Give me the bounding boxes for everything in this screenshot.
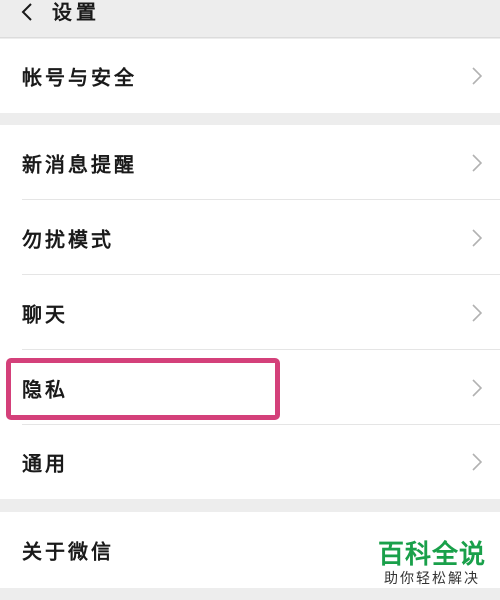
chevron-right-icon xyxy=(472,378,482,397)
settings-item-chat[interactable]: 聊天 xyxy=(0,275,500,350)
settings-item-label: 聊天 xyxy=(22,302,68,326)
chevron-right-icon xyxy=(472,228,482,247)
settings-item-label: 帐号与安全 xyxy=(22,65,137,90)
settings-item-privacy[interactable]: 隐私 xyxy=(0,350,500,425)
settings-item-label: 新消息提醒 xyxy=(22,152,137,176)
settings-group-main: 新消息提醒 勿扰模式 聊天 隐私 通用 xyxy=(0,125,500,499)
settings-item-label: 通用 xyxy=(22,451,68,476)
settings-item-label: 隐私 xyxy=(22,377,68,401)
settings-group-account: 帐号与安全 xyxy=(0,39,500,113)
settings-item-label: 关于微信 xyxy=(22,539,114,564)
settings-item-label: 勿扰模式 xyxy=(22,227,114,251)
chevron-right-icon xyxy=(472,303,482,322)
back-button[interactable] xyxy=(12,0,42,24)
watermark-subtitle: 助你轻松解决 xyxy=(383,571,480,587)
settings-item-new-message-notify[interactable]: 新消息提醒 xyxy=(0,125,500,200)
page-title: 设置 xyxy=(52,0,100,24)
chevron-right-icon xyxy=(472,153,482,172)
chevron-left-icon xyxy=(21,3,32,21)
settings-item-general[interactable]: 通用 xyxy=(0,425,500,499)
title-bar: 设置 xyxy=(0,0,500,38)
settings-item-do-not-disturb[interactable]: 勿扰模式 xyxy=(0,200,500,275)
watermark: 百科全说 助你轻松解决 xyxy=(378,540,486,588)
settings-item-account-security[interactable]: 帐号与安全 xyxy=(0,39,500,113)
watermark-title: 百科全说 xyxy=(377,540,486,570)
chevron-right-icon xyxy=(472,67,482,85)
settings-screen: 设置 帐号与安全 新消息提醒 勿扰模式 聊天 隐私 通用 关于微信 百科全说 助… xyxy=(0,0,500,600)
chevron-right-icon xyxy=(472,453,482,471)
